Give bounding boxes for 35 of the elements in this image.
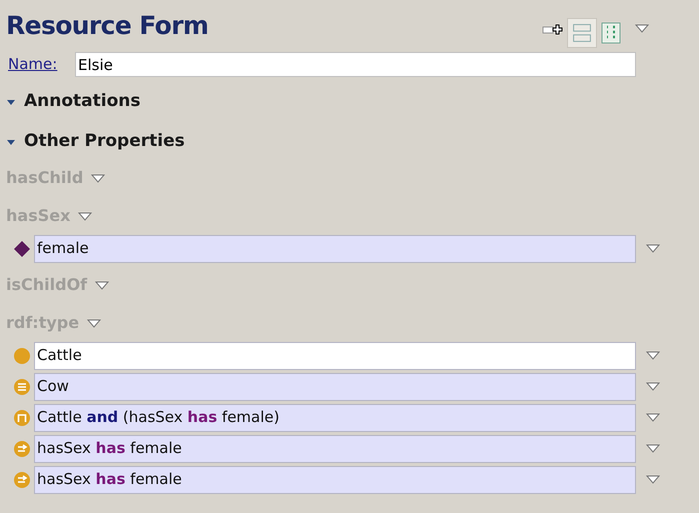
value-dropdown-icon[interactable] — [646, 382, 660, 391]
value-field[interactable]: Cow — [34, 372, 636, 400]
value-dropdown-icon[interactable] — [646, 444, 660, 453]
value-field[interactable]: Cattle and (hasSex has female) — [34, 404, 636, 432]
property-label: hasSex — [6, 205, 70, 227]
property-label: hasChild — [6, 167, 84, 189]
property-label: rdf:type — [6, 312, 80, 334]
value-field[interactable]: hasSex has female — [34, 434, 636, 462]
property-dropdown-icon[interactable] — [95, 280, 110, 290]
name-field[interactable]: Elsie — [75, 52, 636, 77]
expand-arrow-icon[interactable] — [6, 97, 16, 107]
property-dropdown-icon[interactable] — [87, 318, 102, 328]
value-field[interactable]: female — [34, 234, 636, 262]
property-dropdown-icon[interactable] — [91, 174, 106, 182]
value-field[interactable]: Cattle — [34, 342, 636, 370]
property-dropdown-icon[interactable] — [78, 212, 92, 220]
value-dropdown-icon[interactable] — [646, 351, 660, 360]
diamond-icon — [13, 240, 31, 258]
name-link[interactable]: Name: — [8, 53, 75, 76]
circle-icon — [13, 346, 31, 364]
value-dropdown-icon[interactable] — [646, 475, 660, 484]
value-dropdown-icon[interactable] — [646, 413, 660, 422]
circle-badge-icon — [13, 440, 31, 458]
property-label: isChildOf — [6, 274, 88, 296]
menu-dropdown-icon[interactable] — [635, 24, 649, 32]
section-header[interactable]: Annotations — [24, 89, 140, 115]
circle-badge-icon — [13, 408, 31, 426]
circle-badge-icon — [13, 378, 31, 396]
value-field[interactable]: hasSex has female — [34, 466, 636, 494]
form-title: Resource Form — [6, 10, 208, 42]
expand-arrow-icon[interactable] — [6, 137, 16, 147]
list-icon[interactable] — [601, 22, 621, 44]
circle-badge-icon — [13, 470, 31, 488]
section-header[interactable]: Other Properties — [24, 129, 185, 155]
value-dropdown-icon[interactable] — [646, 244, 660, 253]
